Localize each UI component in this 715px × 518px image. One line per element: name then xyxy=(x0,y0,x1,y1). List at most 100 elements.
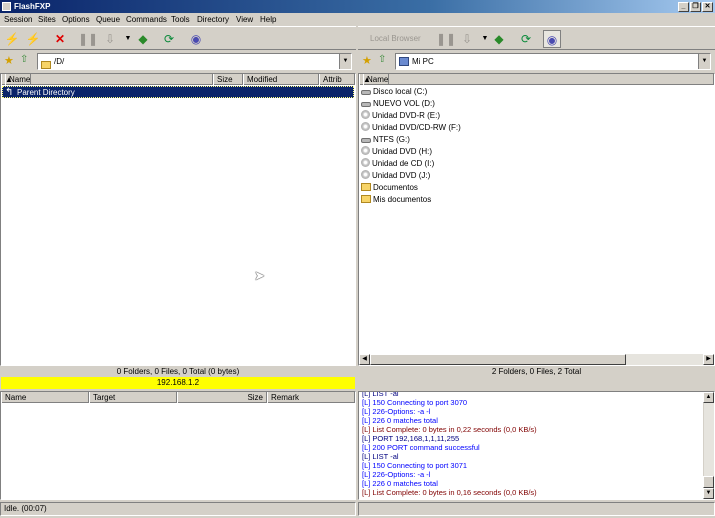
window-title: FlashFXP xyxy=(14,2,51,11)
vertical-scrollbar[interactable]: ▲ ▼ xyxy=(703,392,714,499)
column-modified[interactable]: Modified xyxy=(243,74,319,85)
column-name[interactable]: Name ▲ xyxy=(359,74,714,85)
right-path-field[interactable]: Mi PC ▼ xyxy=(395,53,711,70)
menu-commands[interactable]: Commands xyxy=(126,13,167,26)
hard-drive-icon xyxy=(361,102,371,107)
list-item[interactable]: Unidad DVD (H:) xyxy=(361,146,432,158)
menu-bar: Session Sites Options Queue Commands Too… xyxy=(0,13,715,26)
scroll-thumb[interactable] xyxy=(703,476,714,488)
list-item[interactable]: NTFS (G:) xyxy=(361,134,410,146)
up-folder-icon[interactable]: ⇧ xyxy=(378,54,386,65)
title-bar: FlashFXP xyxy=(0,0,715,13)
site-manager-icon[interactable]: ◆ xyxy=(490,30,508,48)
menu-help[interactable]: Help xyxy=(260,13,276,26)
left-file-list[interactable]: Name ▲ Size Modified Attrib ↰ Parent Dir… xyxy=(0,73,356,366)
hard-drive-icon xyxy=(361,138,371,143)
close-button[interactable]: ✕ xyxy=(702,2,713,12)
minimize-button[interactable]: _ xyxy=(678,2,689,12)
status-text: Idle. (00:07) xyxy=(4,504,47,513)
pause-icon[interactable]: ❚❚ xyxy=(436,30,456,48)
list-item[interactable]: Unidad DVD/CD-RW (F:) xyxy=(361,122,461,134)
log-line: [L] 226 0 matches total xyxy=(362,479,438,488)
restore-button[interactable]: ❐ xyxy=(690,2,701,12)
log-line: [L] 150 Connecting to port 3070 xyxy=(362,398,468,407)
up-folder-icon[interactable]: ⇧ xyxy=(20,54,28,65)
up-arrow-icon: ↰ xyxy=(5,87,14,98)
log-line: [L] 200 PORT command successful xyxy=(362,443,480,452)
star-icon[interactable]: ★ xyxy=(4,54,14,67)
transfer-icon[interactable]: ⇩ xyxy=(458,30,476,48)
list-item[interactable]: Unidad DVD-R (E:) xyxy=(361,110,440,122)
star-icon[interactable]: ★ xyxy=(362,54,372,67)
chevron-down-icon[interactable]: ▼ xyxy=(698,54,710,69)
disconnect-icon[interactable]: ✕ xyxy=(51,30,69,48)
cd-drive-icon xyxy=(361,146,370,155)
refresh-icon[interactable]: ⟳ xyxy=(517,30,535,48)
list-item-label: Unidad DVD (J:) xyxy=(372,171,431,180)
refresh-icon[interactable]: ⟳ xyxy=(160,30,178,48)
connection-host-bar: 192.168.1.2 xyxy=(1,377,355,389)
log-line: [L] 226-Options: -a -l xyxy=(362,407,431,416)
queue-list[interactable]: Name Target Size Remark xyxy=(0,391,356,500)
right-file-list[interactable]: Name ▲ Disco local (C:) NUEVO VOL (D:) Uni… xyxy=(358,73,715,366)
list-item-label: Unidad DVD-R (E:) xyxy=(372,111,441,120)
right-list-header: Name ▲ xyxy=(359,74,714,85)
log-line: [L] 226 0 matches total xyxy=(362,416,438,425)
app-icon xyxy=(2,2,11,11)
list-item[interactable]: Unidad DVD (J:) xyxy=(361,170,430,182)
log-line: [L] List Complete: 0 bytes in 0,16 secon… xyxy=(362,488,537,497)
menu-queue[interactable]: Queue xyxy=(96,13,120,26)
connect-icon[interactable]: ⚡ xyxy=(3,30,21,48)
list-item[interactable]: Disco local (C:) xyxy=(361,86,427,98)
quick-connect-icon[interactable]: ⚡ xyxy=(24,30,42,48)
menu-options[interactable]: Options xyxy=(62,13,90,26)
column-attrib[interactable]: Attrib xyxy=(319,74,355,85)
local-browser-button[interactable]: Local Browser xyxy=(370,34,421,43)
list-item[interactable]: NUEVO VOL (D:) xyxy=(361,98,435,110)
queue-column-target[interactable]: Target xyxy=(89,392,177,403)
list-item[interactable]: Mis documentos xyxy=(361,194,431,206)
list-item[interactable]: Unidad de CD (I:) xyxy=(361,158,434,170)
globe-icon[interactable]: ◉ xyxy=(187,30,205,48)
right-status-text: 2 Folders, 0 Files, 2 Total xyxy=(491,367,582,376)
list-item-parent-directory[interactable]: ↰ Parent Directory xyxy=(2,86,354,98)
globe-icon[interactable]: ◉ xyxy=(543,30,561,48)
queue-column-size[interactable]: Size xyxy=(177,392,267,403)
list-item[interactable]: Documentos xyxy=(361,182,418,194)
menu-tools[interactable]: Tools xyxy=(171,13,190,26)
menu-sites[interactable]: Sites xyxy=(38,13,56,26)
menu-session[interactable]: Session xyxy=(4,13,32,26)
status-bar-right xyxy=(358,502,715,516)
menu-directory[interactable]: Directory xyxy=(197,13,229,26)
log-line: [L] 226-Options: -a -l xyxy=(362,470,431,479)
cd-drive-icon xyxy=(361,158,370,167)
scroll-down-icon[interactable]: ▼ xyxy=(703,488,714,499)
scroll-right-icon[interactable]: ▶ xyxy=(703,354,714,365)
left-path-text: /D/ xyxy=(54,57,65,66)
status-bar: Idle. (00:07) xyxy=(0,502,356,516)
queue-header: Name Target Size Remark xyxy=(1,392,355,403)
scroll-thumb[interactable] xyxy=(370,354,626,365)
scroll-up-icon[interactable]: ▲ xyxy=(703,392,714,403)
queue-column-remark[interactable]: Remark xyxy=(267,392,355,403)
chevron-down-icon[interactable]: ▼ xyxy=(339,54,351,69)
list-item-label: Mis documentos xyxy=(373,195,432,204)
left-toolbar: ⚡ ⚡ ✕ ❚❚ ⇩ ▼ ◆ ⟳ ◉ xyxy=(0,26,356,50)
transfer-icon[interactable]: ⇩ xyxy=(101,30,119,48)
queue-column-name[interactable]: Name xyxy=(1,392,89,403)
pause-icon[interactable]: ❚❚ xyxy=(78,30,98,48)
hard-drive-icon xyxy=(361,90,371,95)
log-pane[interactable]: [L] LIST -al [L] 150 Connecting to port 3… xyxy=(358,391,715,500)
log-line: [L] LIST -al xyxy=(362,391,399,398)
right-toolbar: Local Browser ❚❚ ⇩ ▼ ◆ ⟳ ◉ xyxy=(358,26,715,50)
menu-view[interactable]: View xyxy=(236,13,253,26)
left-path-field[interactable]: /D/ ▼ xyxy=(37,53,352,70)
right-path-text: Mi PC xyxy=(412,57,434,66)
column-size[interactable]: Size xyxy=(213,74,243,85)
site-manager-icon[interactable]: ◆ xyxy=(134,30,152,48)
column-name[interactable]: Name ▲ xyxy=(1,74,213,85)
horizontal-scrollbar[interactable]: ◀ ▶ xyxy=(359,354,714,365)
log-line: [L] LIST -al xyxy=(362,452,399,461)
scroll-left-icon[interactable]: ◀ xyxy=(359,354,370,365)
list-item-label: Unidad de CD (I:) xyxy=(372,159,435,168)
